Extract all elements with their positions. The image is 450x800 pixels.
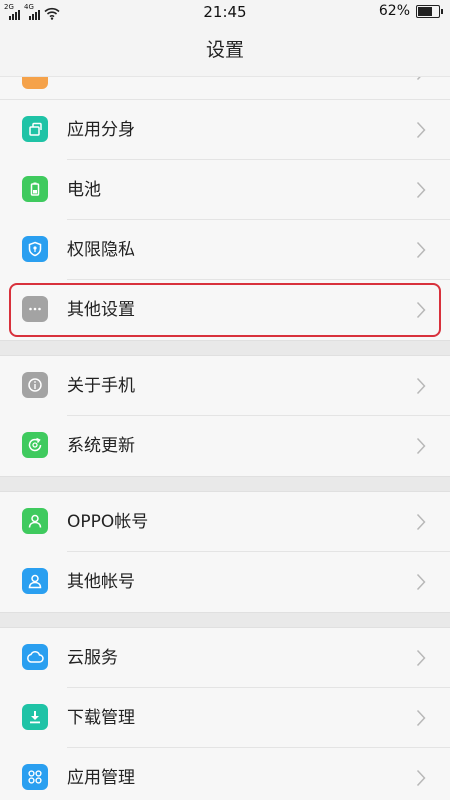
chevron-right-icon xyxy=(416,241,426,259)
settings-item[interactable]: 系统更新 xyxy=(0,416,450,476)
settings-item-label: 电池 xyxy=(67,180,101,200)
settings-item[interactable]: 下载管理 xyxy=(0,688,450,748)
settings-list[interactable]: 应用分身 电池 权限隐私 其他设置 关于手机 系统更新 OPPO帐号 其他帐号 云服务 下载管理应… xyxy=(0,77,450,800)
settings-item-label: 关于手机 xyxy=(67,376,135,396)
section-gap xyxy=(0,476,450,492)
app-management-icon xyxy=(22,764,48,790)
page-title: 设置 xyxy=(0,24,450,77)
battery-percent: 62% xyxy=(378,3,410,19)
settings-item[interactable]: 关于手机 xyxy=(0,356,450,416)
settings-item[interactable]: 应用管理 xyxy=(0,748,450,800)
other-account-icon xyxy=(22,568,48,594)
settings-item-label: 下载管理 xyxy=(67,708,135,728)
oppo-account-icon xyxy=(22,508,48,534)
settings-item-label: 云服务 xyxy=(67,648,118,668)
chevron-right-icon xyxy=(416,121,426,139)
list-item-partial[interactable] xyxy=(0,77,450,100)
settings-item-label: 应用分身 xyxy=(67,120,135,140)
chevron-right-icon xyxy=(416,709,426,727)
settings-group: 应用分身电池权限隐私其他设置 xyxy=(0,100,450,340)
chevron-right-icon xyxy=(416,377,426,395)
chevron-right-icon xyxy=(416,513,426,531)
privacy-shield-icon xyxy=(22,236,48,262)
chevron-right-icon xyxy=(416,181,426,199)
app-clone-icon xyxy=(22,116,48,142)
chevron-right-icon xyxy=(416,769,426,787)
battery-icon xyxy=(416,4,443,18)
settings-item-label: 系统更新 xyxy=(67,436,135,456)
chevron-right-icon xyxy=(416,77,421,81)
settings-item-label: 应用管理 xyxy=(67,768,135,788)
info-icon xyxy=(22,372,48,398)
settings-item-label: 其他帐号 xyxy=(67,572,135,592)
settings-item[interactable]: 云服务 xyxy=(0,628,450,688)
settings-item[interactable]: 电池 xyxy=(0,160,450,220)
cloud-icon xyxy=(22,644,48,670)
battery-icon xyxy=(22,176,48,202)
chevron-right-icon xyxy=(416,437,426,455)
settings-group: 关于手机 系统更新 xyxy=(0,356,450,476)
settings-item-label: 权限隐私 xyxy=(67,240,135,260)
status-bar: 2G 4G 21:45 62% xyxy=(0,0,450,24)
system-update-icon xyxy=(22,432,48,458)
chevron-right-icon xyxy=(416,573,426,591)
settings-group: OPPO帐号 其他帐号 xyxy=(0,492,450,612)
settings-item-label: OPPO帐号 xyxy=(67,512,149,532)
download-icon xyxy=(22,704,48,730)
settings-item[interactable]: 应用分身 xyxy=(0,100,450,160)
highlight-box xyxy=(9,283,441,337)
settings-item[interactable]: 其他设置 xyxy=(0,280,450,340)
settings-item[interactable]: 其他帐号 xyxy=(0,552,450,612)
partial-item-icon xyxy=(22,77,48,89)
settings-group: 云服务下载管理应用管理 xyxy=(0,628,450,800)
section-gap xyxy=(0,612,450,628)
chevron-right-icon xyxy=(416,649,426,667)
settings-item[interactable]: OPPO帐号 xyxy=(0,492,450,552)
settings-item[interactable]: 权限隐私 xyxy=(0,220,450,280)
section-gap xyxy=(0,340,450,356)
